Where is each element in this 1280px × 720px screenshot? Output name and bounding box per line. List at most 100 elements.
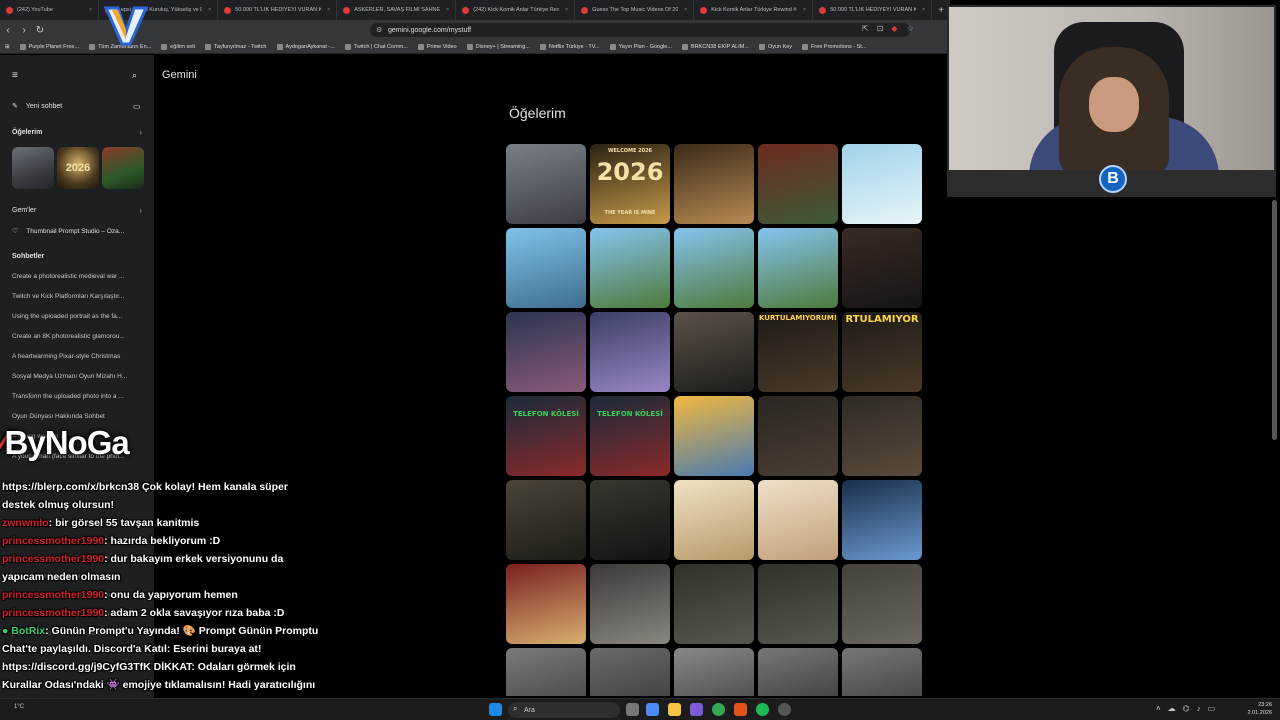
close-tab-icon[interactable]: × [803,7,806,13]
close-tab-icon[interactable]: × [565,7,568,13]
bookmark-item[interactable]: BRKCN38 EKİP ALIM... [677,43,754,50]
extensions-icon[interactable]: ⊡ [877,24,884,33]
url-input[interactable]: ⚙ gemini.google.com/mystuff ☆ [370,23,914,37]
gallery-image[interactable] [842,396,922,476]
browser-tab[interactable]: 50.000 TL'LİK HEDİYEYİ VURAN KAZAN × [218,0,338,20]
gallery-image[interactable] [506,312,586,392]
gallery-image[interactable] [758,144,838,224]
gallery-image[interactable] [758,648,838,696]
my-stuff-link[interactable]: Öğelerim [12,129,42,136]
gallery-image[interactable] [674,396,754,476]
search-icon[interactable]: ⌕ [132,70,137,81]
gems-link[interactable]: Gem'ler [12,207,36,214]
browser-tab[interactable]: Guess The Top Music Videos Of 200 × [575,0,695,20]
gallery-image[interactable]: TELEFON KÖLESİ [590,396,670,476]
gallery-image[interactable] [758,396,838,476]
gallery-image[interactable] [842,480,922,560]
gallery-image[interactable] [758,228,838,308]
weather-widget[interactable]: 1°C [14,704,24,710]
brave-icon[interactable] [734,703,747,716]
brave-shield-icon[interactable]: ◆ [891,24,897,33]
temporary-chat-icon[interactable]: ▭ [133,102,141,111]
clock[interactable]: 23:26 2.01.2026 [1248,701,1272,717]
gallery-image[interactable] [842,144,922,224]
chat-history-item[interactable]: Oyun Dünyası Hakkında Sohbet [12,413,146,420]
chat-history-item[interactable]: Create an 8K photorealistic glamorou... [12,333,146,340]
reload-icon[interactable]: ↻ [32,25,48,36]
gallery-image[interactable] [506,480,586,560]
gallery-image[interactable] [842,648,922,696]
task-view-icon[interactable] [626,703,639,716]
back-icon[interactable]: ‹ [0,25,16,36]
network-icon[interactable]: ⌬ [1183,704,1190,713]
preview-thumb[interactable] [12,147,54,189]
bookmark-item[interactable]: Free Promotions - St... [797,43,871,50]
gallery-image[interactable] [674,312,754,392]
gallery-image[interactable]: TELEFON KÖLESİ [506,396,586,476]
browser-tab[interactable]: ASKERLER, SAVAŞ FİLMİ SAHNELERİ × [337,0,457,20]
settings-icon[interactable] [778,703,791,716]
bookmark-item[interactable]: Prime Video [413,43,462,50]
chat-history-item[interactable]: Sosyal Medya Uzmanı Oyun Mizahı H... [12,373,146,380]
gallery-image[interactable] [758,564,838,644]
preview-thumb[interactable] [102,147,144,189]
gallery-image[interactable] [590,312,670,392]
page-scrollbar[interactable] [1272,200,1277,440]
chevron-right-icon[interactable]: › [139,206,142,215]
gallery-image[interactable] [506,648,586,696]
bookmark-star-icon[interactable]: ☆ [907,24,914,33]
preview-thumb[interactable]: 2026 [57,147,99,189]
my-stuff-preview[interactable]: 2026 [12,147,144,189]
chat-history-item[interactable]: Create a photorealistic medieval war ... [12,273,146,280]
gallery-image[interactable] [674,228,754,308]
close-tab-icon[interactable]: × [327,7,330,13]
close-tab-icon[interactable]: × [684,7,687,13]
bookmark-item[interactable]: Netflix Türkiye - TV... [535,43,605,50]
browser-tab[interactable]: 50.000 TL'LİK HEDİYEYİ VURAN KAZ × [813,0,933,20]
gallery-image[interactable] [842,228,922,308]
gallery-image[interactable] [506,564,586,644]
file-explorer-icon[interactable] [668,703,681,716]
close-tab-icon[interactable]: × [446,7,449,13]
gallery-image[interactable] [842,564,922,644]
gem-item[interactable]: ♡ Thumbnail Prompt Studio – Oza... [12,227,124,236]
chat-history-item[interactable]: A heartwarming Pixar-style Christmas [12,353,146,360]
start-menu-icon[interactable] [489,703,502,716]
chat-history-item[interactable]: Using the uploaded portrait as the fa... [12,313,146,320]
forward-icon[interactable]: › [16,25,32,36]
chrome-icon[interactable] [712,703,725,716]
gallery-image[interactable] [590,480,670,560]
gallery-image[interactable] [674,564,754,644]
browser-tab[interactable]: Kick Komik Anlar Türkiye Rewind #2 × [694,0,814,20]
gallery-image[interactable] [590,564,670,644]
site-info-icon[interactable]: ⚙ [376,26,382,34]
taskbar-search[interactable]: ⌕ Ara [508,702,620,718]
browser-tab[interactable]: (242) YouTube × [0,0,100,20]
gallery-image[interactable] [506,144,586,224]
gallery-image[interactable] [758,480,838,560]
volume-icon[interactable]: ♪ [1197,704,1201,713]
close-tab-icon[interactable]: × [208,7,211,13]
menu-icon[interactable]: ≡ [12,70,18,81]
gallery-image[interactable] [590,648,670,696]
new-chat-button[interactable]: ✎ Yeni sohbet [12,102,62,111]
chat-history-item[interactable]: Transform the uploaded photo into a ... [12,393,146,400]
bookmark-item[interactable]: AydoganAykanat -... [272,43,340,50]
cloud-icon[interactable]: ☁ [1168,704,1176,713]
gallery-image[interactable]: WELCOME 2026 2026 THE YEAR IS MINE [590,144,670,224]
apps-grid-icon[interactable]: ⊞ [0,44,15,50]
close-tab-icon[interactable]: × [89,7,92,13]
discord-icon[interactable] [690,703,703,716]
chevron-up-icon[interactable]: ˄ [1156,704,1161,713]
gallery-image[interactable] [590,228,670,308]
chat-history-item[interactable]: Twitch ve Kick Platformları Karşılaştır.… [12,293,146,300]
notification-icon[interactable]: ▭ [1208,704,1216,713]
share-icon[interactable]: ⇱ [862,24,869,33]
gallery-image[interactable] [674,480,754,560]
gallery-image[interactable] [674,144,754,224]
close-tab-icon[interactable]: × [922,7,925,13]
bookmark-item[interactable]: Disney+ | Streaming... [462,43,535,50]
bookmark-item[interactable]: Purple Planet Free... [15,43,84,50]
bookmark-item[interactable]: Oyun Key [754,43,797,50]
browser-tab[interactable]: (242) Kick Komik Anlar Türkiye Rewin × [456,0,576,20]
